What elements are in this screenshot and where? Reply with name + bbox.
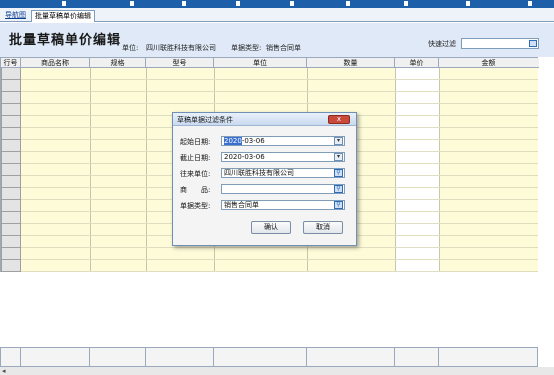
cancel-button[interactable]: 取消 [303, 221, 343, 234]
doc-type-label: 单据类型: [231, 44, 262, 52]
search-icon[interactable] [529, 40, 537, 47]
summary-cell [307, 348, 395, 366]
partner-field[interactable]: 四川联胜科技有限公司 ⚲ [221, 168, 345, 178]
toolbar-icon[interactable] [346, 1, 350, 6]
col-unit-price[interactable]: 单价 [395, 58, 439, 68]
row-divider [21, 247, 538, 248]
filter-dialog: 草稿单据过滤条件 x 起始日期: 2020-03-06 ▾ 截止日期: 2020… [172, 112, 357, 246]
tab-bar: 导航图 批量草稿单价编辑 [0, 8, 554, 22]
search-icon[interactable]: ⚲ [334, 169, 343, 177]
doc-type-field[interactable]: 销售合同单 ⚲ [221, 200, 345, 210]
end-date-value: 2020-03-06 [224, 153, 265, 161]
start-date-selected: 2020 [224, 137, 242, 145]
start-date-field[interactable]: 2020-03-06 ▾ [221, 136, 345, 146]
row-divider [21, 79, 538, 80]
row-header-cell[interactable] [1, 68, 21, 80]
arrow-left-icon[interactable]: ◂ [2, 367, 6, 375]
product-label: 商 品: [180, 186, 211, 194]
tab-home[interactable]: 导航图 [2, 10, 29, 22]
row-header-cell[interactable] [1, 92, 21, 104]
start-date-rest: -03-06 [241, 137, 265, 145]
row-header-cell[interactable] [1, 260, 21, 272]
row-header-cell[interactable] [1, 164, 21, 176]
row-header-cell[interactable] [1, 140, 21, 152]
unit-label: 单位: [122, 44, 139, 52]
unit-value: 四川联胜科技有限公司 [146, 44, 216, 52]
row-divider [21, 91, 538, 92]
chevron-down-icon[interactable]: ▾ [334, 137, 343, 145]
search-icon[interactable]: ⚲ [334, 185, 343, 193]
col-unit[interactable]: 单位 [214, 58, 307, 68]
product-field[interactable]: ⚲ [221, 184, 345, 194]
row-header-cell[interactable] [1, 224, 21, 236]
row-divider [21, 271, 538, 272]
grid-header: 行号 商品名称 规格 型号 单位 数量 单价 金额 [1, 58, 539, 68]
row-header-cell[interactable] [1, 188, 21, 200]
confirm-button[interactable]: 确认 [251, 221, 291, 234]
row-header-cell[interactable] [1, 236, 21, 248]
tab-batch-price-edit[interactable]: 批量草稿单价编辑 [31, 10, 95, 22]
quick-filter-label: 快速过滤 [428, 40, 456, 48]
row-header-cell[interactable] [1, 128, 21, 140]
page-header: 批量草稿单价编辑 单位: 四川联胜科技有限公司 单据类型: 销售合同单 快速过滤 [0, 23, 554, 57]
row-divider [21, 259, 538, 260]
toolbar-icon[interactable] [62, 1, 66, 6]
editable-area [439, 68, 538, 272]
summary-cell [21, 348, 90, 366]
col-amount[interactable]: 金额 [439, 58, 538, 68]
row-header-cell[interactable] [1, 248, 21, 260]
col-spec[interactable]: 规格 [90, 58, 146, 68]
toolbar-icon[interactable] [466, 1, 470, 6]
row-header-cell[interactable] [1, 104, 21, 116]
top-toolbar [0, 0, 554, 8]
close-icon[interactable]: x [328, 115, 350, 124]
dialog-titlebar[interactable]: 草稿单据过滤条件 x [173, 113, 356, 126]
end-date-field[interactable]: 2020-03-06 ▾ [221, 152, 345, 162]
chevron-down-icon[interactable]: ▾ [334, 153, 343, 161]
row-header-cell[interactable] [1, 212, 21, 224]
summary-cell [395, 348, 439, 366]
search-icon[interactable]: ⚲ [334, 201, 343, 209]
toolbar-icon[interactable] [290, 1, 294, 6]
toolbar-icon[interactable] [528, 1, 532, 6]
col-model[interactable]: 型号 [146, 58, 214, 68]
horizontal-scrollbar[interactable]: ◂ [0, 367, 554, 375]
summary-cell [214, 348, 307, 366]
col-row-number[interactable]: 行号 [1, 58, 21, 68]
summary-cell [1, 348, 21, 366]
row-divider [21, 103, 538, 104]
column-divider [439, 68, 440, 272]
end-date-label: 截止日期: [180, 154, 211, 162]
dialog-title: 草稿单据过滤条件 [177, 116, 233, 124]
page-title: 批量草稿单价编辑 [9, 33, 122, 48]
row-header-cell[interactable] [1, 116, 21, 128]
summary-cell [146, 348, 214, 366]
column-divider [146, 68, 147, 272]
toolbar-icon[interactable] [236, 1, 240, 6]
start-date-label: 起始日期: [180, 138, 211, 146]
doc-type-filter-label: 单据类型: [180, 202, 211, 210]
doc-type-filter-value: 销售合同单 [224, 201, 259, 209]
column-divider [395, 68, 396, 272]
row-header-cell[interactable] [1, 200, 21, 212]
toolbar-icon[interactable] [404, 1, 408, 6]
col-quantity[interactable]: 数量 [307, 58, 395, 68]
partner-label: 往来单位: [180, 170, 211, 178]
summary-cell [90, 348, 146, 366]
doc-type-value: 销售合同单 [266, 44, 301, 52]
toolbar-icon[interactable] [130, 1, 134, 6]
row-header-cell[interactable] [1, 176, 21, 188]
col-product-name[interactable]: 商品名称 [21, 58, 90, 68]
summary-row [0, 347, 538, 367]
column-divider [90, 68, 91, 272]
quick-filter-input[interactable] [461, 38, 539, 49]
partner-value: 四川联胜科技有限公司 [224, 169, 294, 177]
toolbar-icon[interactable] [182, 1, 186, 6]
summary-cell [439, 348, 538, 366]
row-header-cell[interactable] [1, 80, 21, 92]
row-header-cell[interactable] [1, 152, 21, 164]
